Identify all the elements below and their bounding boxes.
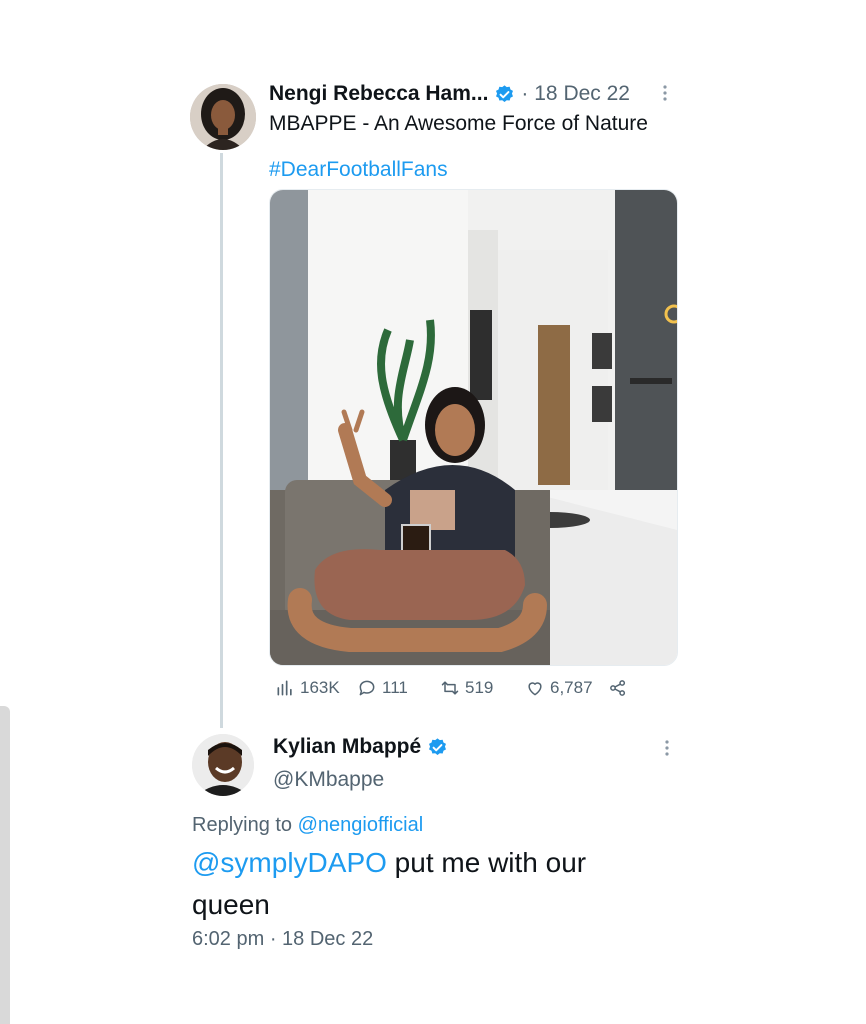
reply-handle[interactable]: @KMbappe [273,768,384,792]
views-action[interactable]: 163K [275,678,340,698]
reply-text-line1: put me with our [386,847,587,878]
more-options-icon[interactable] [660,84,670,102]
retweet-action[interactable]: 519 [440,678,493,698]
reply-action[interactable]: 111 [357,678,408,698]
more-options-icon[interactable] [664,739,670,762]
verified-badge-icon [427,737,448,758]
mention-link[interactable]: @symplyDAPO [192,847,387,878]
mbappe-avatar[interactable] [192,734,254,796]
thread-connector [220,153,223,728]
verified-badge-icon [494,84,515,105]
reply-timestamp[interactable]: 6:02 pm · 18 Dec 22 [192,928,373,951]
reply-count: 111 [382,678,408,697]
original-date[interactable]: · 18 Dec 22 [521,82,630,106]
share-icon [610,680,626,696]
retweet-icon [441,681,459,695]
replying-to-line: Replying to @nengiofficial [192,814,423,837]
reply-author-name[interactable]: Kylian Mbappé [273,735,421,759]
original-tweet-header: Nengi Rebecca Ham... · 18 Dec 22 [269,82,630,106]
views-count: 163K [300,678,340,697]
original-author-name[interactable]: Nengi Rebecca Ham... [269,82,488,106]
replying-to-label: Replying to [192,814,293,836]
reply-icon [359,680,375,696]
share-action[interactable] [608,678,628,698]
nengi-avatar[interactable] [190,84,256,150]
hashtag-link[interactable]: #DearFootballFans [269,158,448,182]
replying-to-handle[interactable]: @nengiofficial [298,814,424,836]
reply-tweet-header: Kylian Mbappé [273,735,448,759]
like-action[interactable]: 6,787 [525,678,593,698]
views-icon [277,680,292,696]
edge-panel [0,706,10,1024]
like-count: 6,787 [550,678,593,697]
reply-text-line2: queen [192,889,270,920]
original-tweet-text: MBAPPE - An Awesome Force of Nature [269,112,648,135]
retweet-count: 519 [465,678,494,697]
reply-tweet-text: @symplyDAPO put me with our queen [192,842,692,926]
tweet-photo[interactable] [269,189,678,666]
like-icon [528,682,542,696]
